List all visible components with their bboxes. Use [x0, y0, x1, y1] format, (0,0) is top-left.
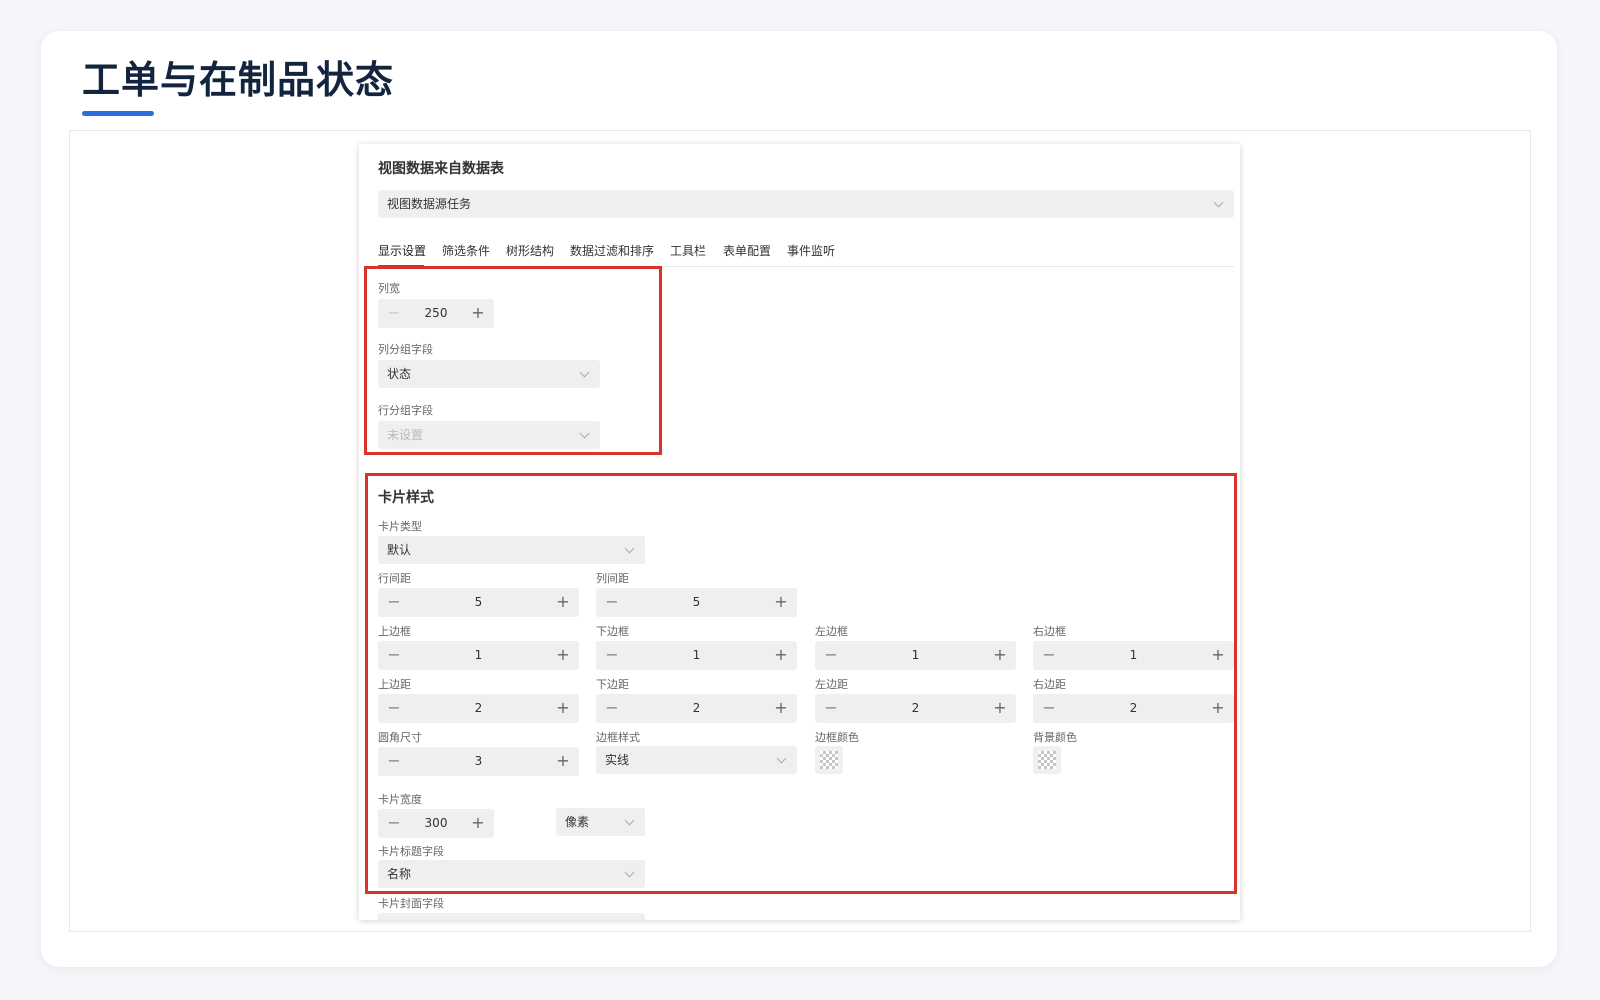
tab-display-settings[interactable]: 显示设置 — [378, 242, 426, 259]
tab-form-config[interactable]: 表单配置 — [723, 242, 771, 259]
cover-field-select[interactable] — [378, 913, 645, 920]
page-title: 工单与在制品状态 — [82, 58, 395, 102]
tab-tree-structure[interactable]: 树形结构 — [506, 242, 554, 259]
tab-toolbar[interactable]: 工具栏 — [670, 242, 706, 259]
title-underline — [82, 111, 154, 116]
tab-event-listeners[interactable]: 事件监听 — [787, 242, 835, 259]
data-source-value: 视图数据源任务 — [387, 197, 472, 211]
display-settings-highlight — [364, 266, 662, 455]
tab-filter-sort[interactable]: 数据过滤和排序 — [570, 242, 654, 259]
tab-filter-conditions[interactable]: 筛选条件 — [442, 242, 490, 259]
chevron-down-icon — [1213, 197, 1224, 208]
cover-field-label: 卡片封面字段 — [378, 897, 444, 910]
card-style-highlight — [365, 473, 1237, 894]
data-source-heading: 视图数据来自数据表 — [378, 161, 504, 177]
data-source-select[interactable]: 视图数据源任务 — [378, 190, 1234, 218]
